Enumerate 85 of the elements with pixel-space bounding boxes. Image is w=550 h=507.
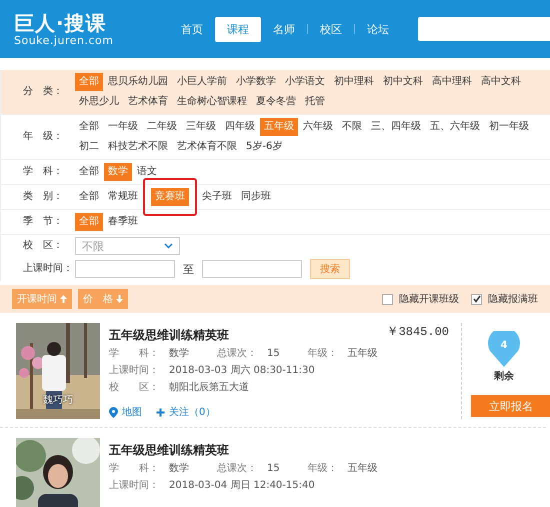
filter-label: 类 别： — [22, 190, 64, 204]
filter-option[interactable]: 常规班 — [104, 188, 142, 206]
nav-tab[interactable]: 论坛 — [355, 16, 401, 42]
date-field[interactable] — [75, 260, 175, 278]
filter-option[interactable]: 语文 — [133, 163, 161, 181]
filter-option[interactable]: 托管 — [301, 93, 329, 111]
course-price: ￥3845.00 — [386, 324, 449, 341]
field-value: 朝阳北辰第五大道 — [169, 381, 249, 395]
field-value: 五年级 — [348, 462, 378, 476]
filter-option[interactable]: 尖子班 — [198, 188, 236, 206]
filter-option[interactable]: 科技艺术不限 — [104, 138, 172, 156]
field-label: 校 区： — [109, 381, 159, 395]
filter-option[interactable]: 不限 — [338, 118, 366, 136]
logo[interactable]: 巨人·搜课 — [14, 12, 169, 34]
field-value: 15 — [267, 347, 280, 361]
filter-option[interactable]: 高中文科 — [477, 73, 525, 91]
filter-option[interactable]: 一年级 — [104, 118, 142, 136]
filter-option[interactable]: 艺术体育不限 — [173, 138, 241, 156]
filter-option[interactable]: 艺术体育 — [124, 93, 172, 111]
field-label: 学 科： — [109, 347, 159, 361]
filter-option[interactable]: 外思少儿 — [75, 93, 123, 111]
filter-option[interactable]: 同步班 — [237, 188, 275, 206]
filter-option[interactable]: 全部 — [75, 188, 103, 206]
filter-option[interactable]: 三年级 — [182, 118, 220, 136]
field-value: 数学 — [169, 462, 189, 476]
nav-tab[interactable]: 名师 — [261, 16, 307, 42]
map-link[interactable]: 地图 — [109, 405, 142, 419]
filter-option[interactable]: 六年级 — [299, 118, 337, 136]
field-value: 数学 — [169, 347, 189, 361]
checkbox-label: 隐藏报满班 — [488, 292, 538, 306]
field-label: 上课时间： — [109, 364, 159, 378]
filter-label: 学 科： — [22, 164, 64, 179]
filter-label: 分 类： — [22, 84, 64, 99]
filter-option[interactable]: 初中文科 — [379, 73, 427, 91]
range-separator: 至 — [183, 262, 194, 276]
site-domain: Souke.juren.com — [14, 34, 114, 46]
filter-option[interactable]: 生命树心智课程 — [173, 93, 251, 111]
filter-label: 年 级： — [22, 130, 64, 144]
field-value: 2018-03-04 周日 12:40-15:40 — [169, 479, 315, 493]
nav-tab[interactable]: 课程 — [215, 16, 261, 42]
filter-label: 季 节： — [22, 214, 64, 229]
course-title[interactable]: 五年级思维训练精英班 — [109, 327, 229, 344]
pin-icon — [109, 406, 118, 418]
filter-option[interactable]: 高中理科 — [428, 73, 476, 91]
nav-tab[interactable]: 首页 — [169, 16, 215, 42]
field-label: 年级： — [308, 347, 338, 361]
filter-option[interactable]: 小学语文 — [281, 73, 329, 91]
remaining-count: 4 — [500, 340, 508, 351]
filter-label: 上课时间： — [22, 262, 74, 276]
filter-option[interactable]: 思贝乐幼儿园 — [104, 73, 172, 91]
filter-option[interactable]: 五、六年级 — [426, 118, 484, 136]
checkbox[interactable] — [382, 294, 393, 304]
course-title[interactable]: 五年级思维训练精英班 — [109, 442, 229, 459]
field-label: 学 科： — [109, 462, 159, 476]
filter-option[interactable]: 初二 — [75, 138, 103, 156]
filter-option[interactable]: 四年级 — [221, 118, 259, 136]
date-field[interactable] — [202, 260, 302, 278]
filter-option[interactable]: 小巨人学前 — [173, 73, 231, 91]
filter-option[interactable]: 夏令冬营 — [252, 93, 300, 111]
field-label: 上课时间： — [109, 479, 159, 493]
filter-option[interactable]: 春季班 — [104, 213, 142, 231]
filter-option[interactable]: 5岁-6岁 — [242, 138, 286, 156]
checkbox[interactable] — [471, 294, 482, 304]
filter-option[interactable]: 二年级 — [143, 118, 181, 136]
field-value: 2018-03-03 周六 08:30-11:30 — [169, 364, 315, 378]
follow-link[interactable]: 关注（0） — [156, 405, 216, 419]
search-field[interactable] — [418, 17, 550, 41]
field-value: 五年级 — [348, 347, 378, 361]
filter-label: 校 区： — [22, 238, 64, 253]
field-value: 15 — [267, 462, 280, 476]
chevron-icon — [164, 243, 173, 249]
filter-option[interactable]: 初中理科 — [330, 73, 378, 91]
remaining-label: 剩余 — [494, 370, 514, 383]
filter-option[interactable]: 全部 — [75, 118, 103, 136]
filter-option[interactable]: 初一年级 — [485, 118, 533, 136]
filter-option[interactable]: 小学数学 — [232, 73, 280, 91]
field-label: 总课次： — [217, 462, 257, 476]
plus-icon — [156, 406, 165, 418]
filter-option[interactable]: 三、四年级 — [367, 118, 425, 136]
field-label: 总课次： — [217, 347, 257, 361]
checkbox-label: 隐藏开课班级 — [399, 292, 459, 306]
remaining-badge — [488, 331, 520, 367]
filter-option[interactable]: 全部 — [75, 163, 103, 181]
nav-tab[interactable]: 校区 — [308, 16, 354, 42]
field-label: 年级： — [308, 462, 338, 476]
